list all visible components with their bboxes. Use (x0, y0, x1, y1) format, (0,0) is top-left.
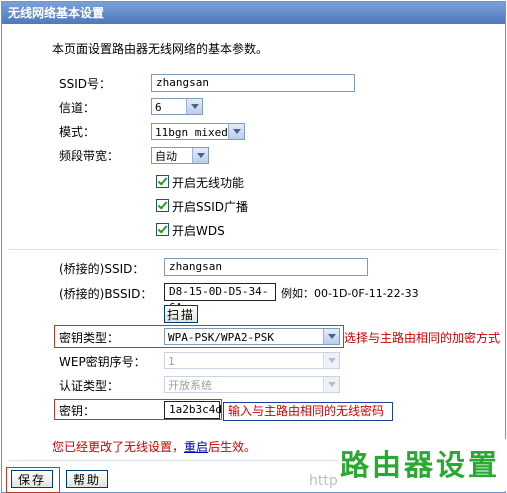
chevron-down-icon[interactable] (323, 329, 339, 344)
help-button[interactable]: 帮助 (66, 470, 108, 488)
section-divider (8, 249, 499, 250)
bssid-example-text: 例如：00-1D-0F-11-22-33 (281, 287, 419, 300)
mode-label: 模式： (59, 125, 96, 139)
chevron-down-icon[interactable] (186, 99, 202, 114)
restart-link[interactable]: 重启 (184, 440, 208, 454)
ssid-label: SSID号： (59, 77, 112, 91)
key-type-label: 密钥类型： (59, 331, 120, 345)
enable-wds-label: 开启WDS (172, 224, 225, 238)
chevron-down-icon[interactable] (228, 124, 244, 139)
enable-ssid-broadcast-checkbox[interactable] (156, 199, 169, 212)
mode-value: 11bgn mixed (155, 126, 228, 139)
bandwidth-value: 自动 (155, 150, 177, 163)
auth-type-label: 认证类型： (59, 379, 120, 393)
bandwidth-select[interactable]: 自动 (151, 147, 209, 164)
auth-type-value: 开放系统 (168, 379, 212, 392)
key-type-note: 选择与主路由相同的加密方式 (344, 331, 501, 345)
chevron-down-icon (323, 377, 339, 392)
enable-ssid-broadcast-label: 开启SSID广播 (172, 200, 249, 214)
restart-notice-after: 后生效。 (208, 440, 257, 454)
key-input[interactable]: 1a2b3c4d (164, 401, 222, 419)
channel-value: 6 (155, 101, 162, 114)
intro-text: 本页面设置路由器无线网络的基本参数。 (52, 42, 269, 56)
channel-label: 信道： (59, 101, 96, 115)
bridge-bssid-input[interactable]: D8-15-0D-D5-34-6A (164, 283, 276, 314)
enable-wireless-checkbox[interactable] (156, 175, 169, 188)
enable-wireless-label: 开启无线功能 (172, 176, 245, 190)
enable-wds-checkbox[interactable] (156, 223, 169, 236)
settings-panel: 无线网络基本设置 本页面设置路由器无线网络的基本参数。 SSID号： zhang… (1, 1, 506, 493)
restart-notice: 您已经更改了无线设置，重启后生效。 (52, 438, 256, 455)
wep-index-label: WEP密钥序号： (59, 355, 146, 369)
bridge-ssid-input[interactable]: zhangsan (164, 258, 368, 276)
bridge-bssid-label: (桥接的)BSSID： (59, 287, 153, 301)
save-button[interactable]: 保存 (11, 470, 53, 488)
channel-select[interactable]: 6 (151, 98, 203, 115)
wep-index-value: 1 (168, 355, 175, 368)
mode-select[interactable]: 11bgn mixed (151, 123, 245, 140)
scan-button[interactable]: 扫描 (164, 305, 198, 323)
key-label: 密钥： (59, 404, 96, 418)
chevron-down-icon[interactable] (192, 148, 208, 163)
key-type-select[interactable]: WPA-PSK/WPA2-PSK (164, 328, 340, 345)
bandwidth-label: 频段带宽： (59, 149, 120, 163)
watermark-text: 路由器设置 (338, 439, 506, 491)
key-note: 输入与主路由相同的无线密码 (223, 402, 393, 421)
auth-type-select: 开放系统 (164, 376, 340, 393)
ssid-input[interactable]: zhangsan (151, 74, 355, 92)
panel-title: 无线网络基本设置 (2, 2, 505, 24)
restart-notice-before: 您已经更改了无线设置， (52, 440, 185, 454)
wep-index-select: 1 (164, 352, 340, 369)
watermark-http: http (309, 473, 338, 489)
key-type-value: WPA-PSK/WPA2-PSK (168, 331, 274, 344)
bridge-ssid-label: (桥接的)SSID： (59, 262, 145, 276)
chevron-down-icon (323, 353, 339, 368)
